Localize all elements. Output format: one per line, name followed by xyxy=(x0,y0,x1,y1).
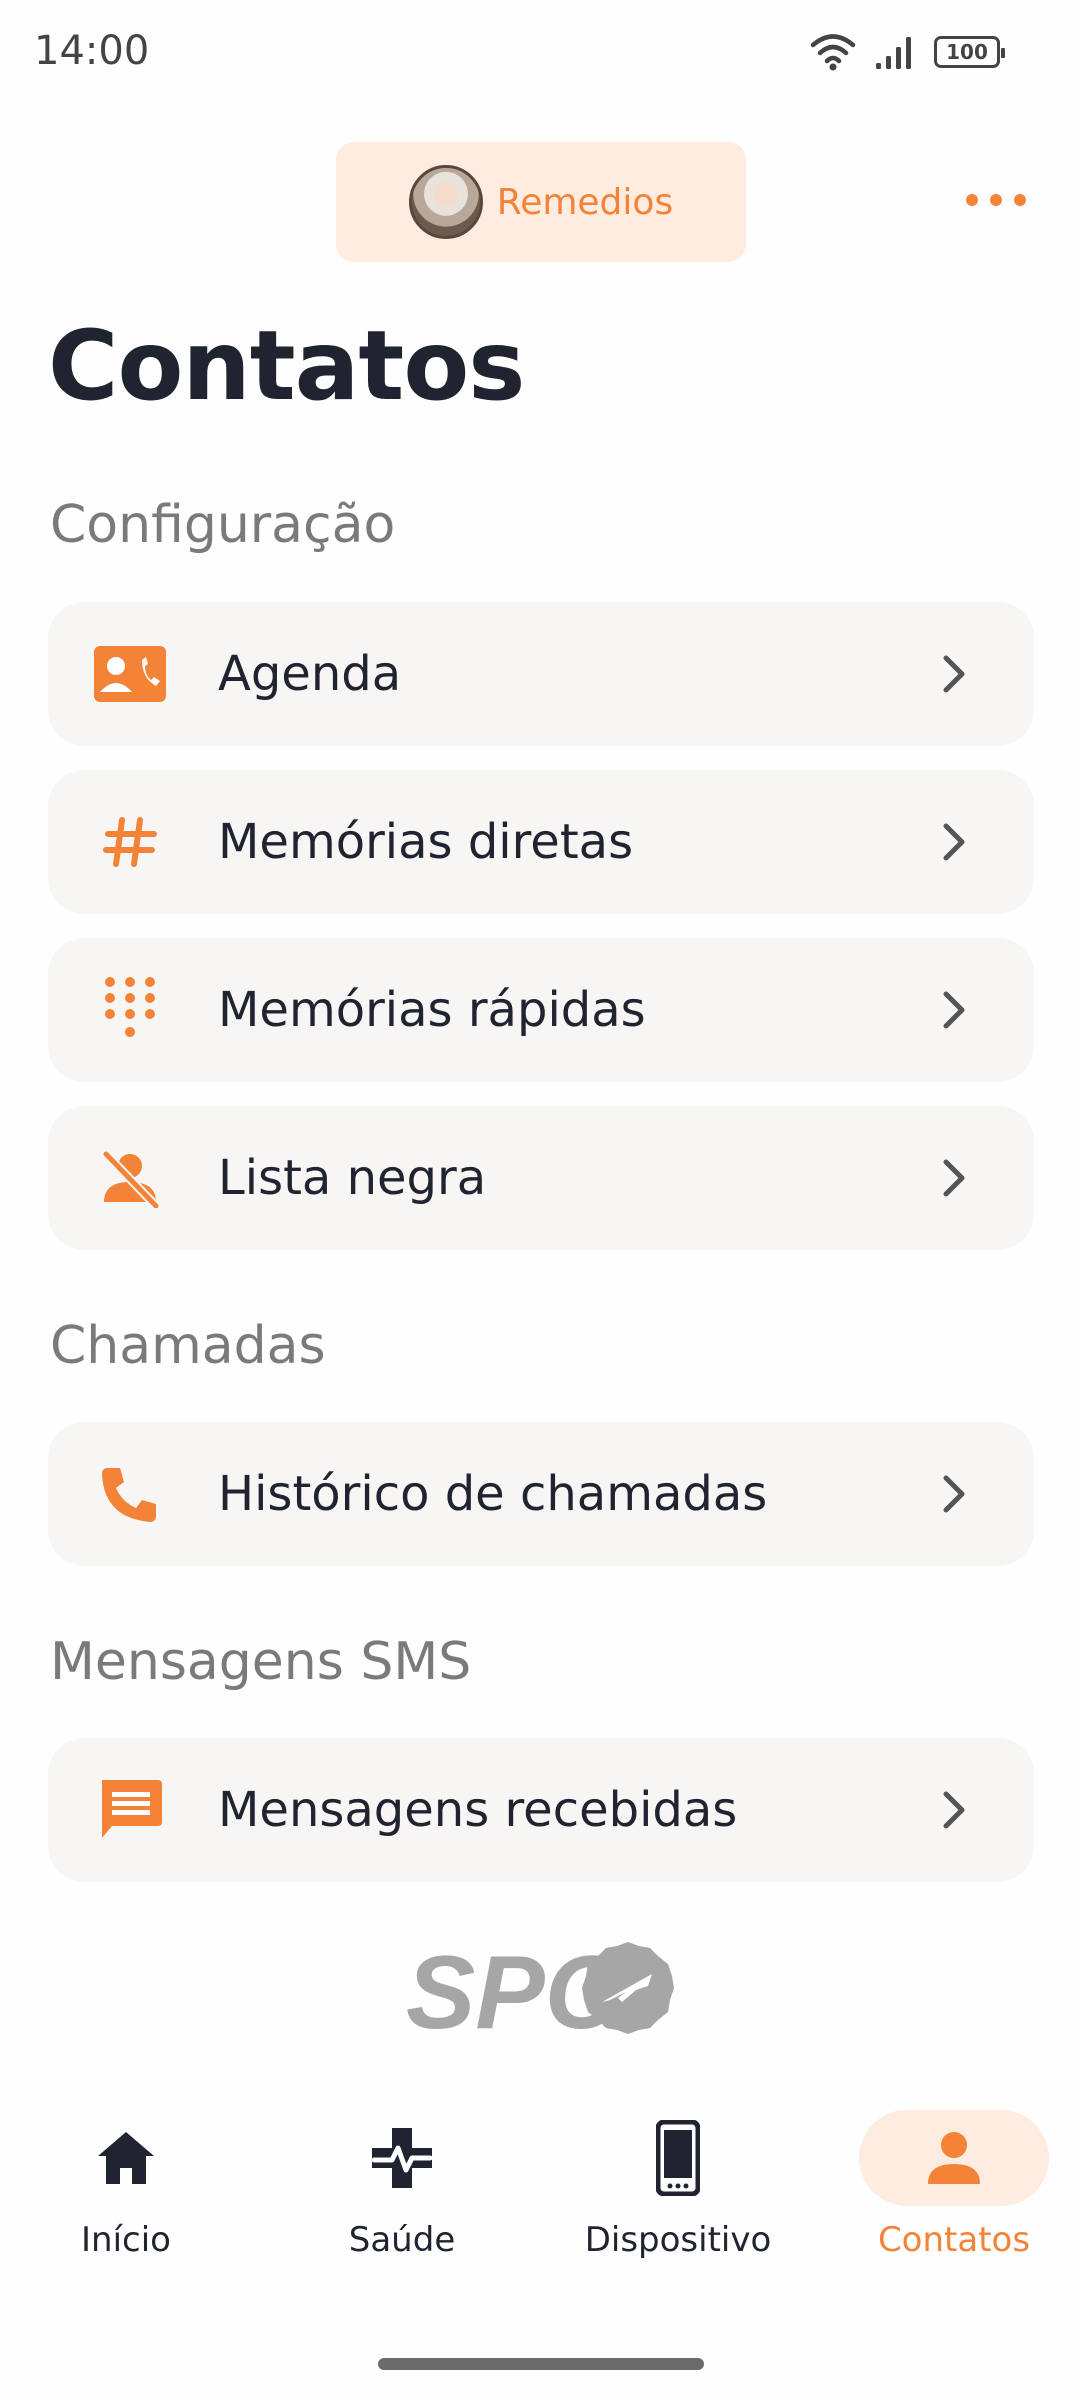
menu-item-label: Agenda xyxy=(218,646,402,702)
profile-switcher-button[interactable]: Remedios xyxy=(336,142,746,262)
section-label-mensagens-sms: Mensagens SMS xyxy=(50,1632,472,1692)
more-options-button[interactable] xyxy=(966,180,1026,220)
signal-icon xyxy=(876,37,911,69)
menu-item-memorias-rapidas[interactable]: Memórias rápidas xyxy=(48,938,1034,1082)
hash-icon xyxy=(94,810,166,874)
menu-item-memorias-diretas[interactable]: Memórias diretas xyxy=(48,770,1034,914)
profile-name: Remedios xyxy=(496,181,674,223)
dialpad-icon xyxy=(94,977,166,1042)
chevron-right-icon xyxy=(943,823,965,861)
nav-item-saude[interactable]: Saúde xyxy=(302,2110,502,2290)
chevron-right-icon xyxy=(943,1159,965,1197)
status-bar: 14:00 100 xyxy=(0,0,1080,110)
menu-item-label: Histórico de chamadas xyxy=(218,1466,768,1522)
bottom-nav: Início Saúde Dispositivo Contatos xyxy=(0,2110,1080,2290)
nav-icon-container xyxy=(31,2110,221,2206)
battery-level: 100 xyxy=(946,40,988,64)
chevron-right-icon xyxy=(943,1791,965,1829)
more-horizontal-icon xyxy=(966,194,978,206)
menu-item-label: Memórias rápidas xyxy=(218,982,646,1038)
menu-item-label: Mensagens recebidas xyxy=(218,1782,738,1838)
blocked-person-icon xyxy=(94,1146,166,1210)
nav-icon-container xyxy=(583,2110,773,2206)
avatar xyxy=(408,165,483,239)
spc-logo: SPC xyxy=(406,1938,674,2038)
home-icon xyxy=(98,2132,154,2184)
smartphone-icon xyxy=(656,2120,700,2196)
nav-item-inicio[interactable]: Início xyxy=(26,2110,226,2290)
health-icon xyxy=(371,2128,433,2188)
nav-label: Contatos xyxy=(877,2220,1031,2260)
section-label-configuracao: Configuração xyxy=(50,495,396,555)
menu-item-agenda[interactable]: Agenda xyxy=(48,602,1034,746)
person-icon xyxy=(928,2132,980,2184)
home-indicator[interactable] xyxy=(378,2358,704,2370)
menu-item-mensagens-recebidas[interactable]: Mensagens recebidas xyxy=(48,1738,1034,1882)
chevron-right-icon xyxy=(943,655,965,693)
phone-icon xyxy=(94,1462,166,1526)
chevron-right-icon xyxy=(943,1475,965,1513)
page-title: Contatos xyxy=(48,310,525,422)
nav-icon-container xyxy=(307,2110,497,2206)
menu-item-label: Lista negra xyxy=(218,1150,487,1206)
battery-icon: 100 xyxy=(934,36,1005,68)
wifi-icon xyxy=(810,34,856,71)
nav-item-dispositivo[interactable]: Dispositivo xyxy=(578,2110,778,2290)
contact-card-icon xyxy=(94,642,166,706)
nav-label: Início xyxy=(81,2220,171,2260)
status-icons: 100 xyxy=(810,30,1005,74)
chevron-right-icon xyxy=(943,991,965,1029)
nav-icon-container xyxy=(859,2110,1049,2206)
message-icon xyxy=(94,1778,166,1842)
menu-item-historico-de-chamadas[interactable]: Histórico de chamadas xyxy=(48,1422,1034,1566)
nav-item-contatos[interactable]: Contatos xyxy=(854,2110,1054,2290)
menu-item-lista-negra[interactable]: Lista negra xyxy=(48,1106,1034,1250)
status-time: 14:00 xyxy=(34,28,150,74)
menu-item-label: Memórias diretas xyxy=(218,814,634,870)
nav-label: Dispositivo xyxy=(584,2220,772,2260)
nav-label: Saúde xyxy=(348,2220,456,2260)
section-label-chamadas: Chamadas xyxy=(50,1316,326,1376)
